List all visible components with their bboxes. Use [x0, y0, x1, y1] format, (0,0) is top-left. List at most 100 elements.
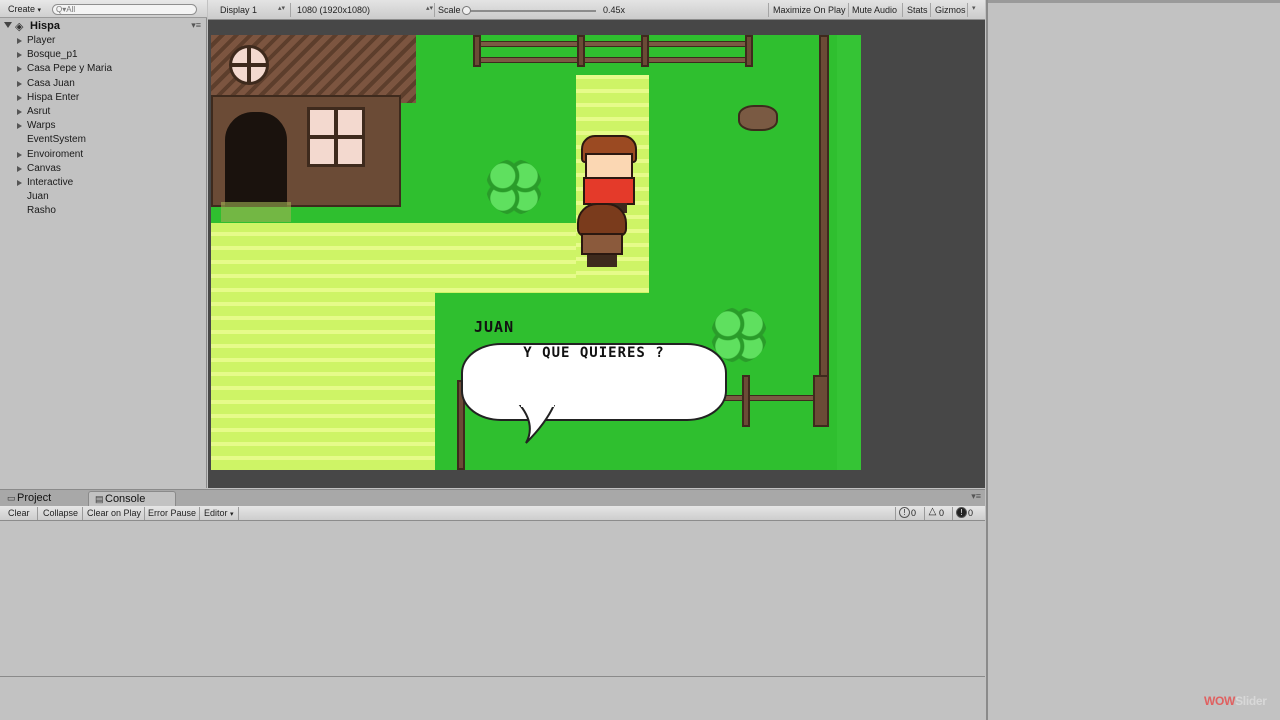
gizmos-dropdown-arrow-icon[interactable]: ▾ [972, 4, 976, 12]
expand-triangle-icon[interactable] [17, 108, 22, 115]
hierarchy-item[interactable]: Rasho [0, 204, 207, 218]
player-sprite[interactable] [575, 203, 629, 269]
toolbar-divider [967, 3, 968, 17]
stats-toggle[interactable]: Stats [907, 4, 928, 17]
player-body [581, 233, 623, 255]
scene-name: Hispa [30, 20, 60, 32]
hierarchy-toolbar: Create ▾ Q▾All [0, 0, 207, 18]
expand-triangle-icon[interactable] [17, 94, 22, 101]
scale-slider-thumb[interactable] [462, 6, 471, 15]
scene-root-row[interactable]: ◈ Hispa ▾≡ [0, 19, 207, 34]
toolbar-divider [895, 507, 896, 520]
window-frame [310, 135, 362, 139]
hierarchy-item[interactable]: Interactive [0, 176, 207, 190]
editor-dropdown-label: Editor [204, 508, 228, 518]
hierarchy-item-label: EventSystem [27, 134, 86, 146]
expand-triangle-icon[interactable] [17, 80, 22, 87]
hierarchy-item[interactable]: Casa Pepe y Maria [0, 62, 207, 76]
console-log-list[interactable] [0, 522, 985, 676]
info-icon: ! [899, 507, 910, 518]
hierarchy-item-label: Interactive [27, 176, 74, 188]
hierarchy-item-label: Hispa Enter [27, 91, 80, 103]
expand-triangle-icon[interactable] [17, 151, 22, 158]
hierarchy-item[interactable]: Canvas [0, 162, 207, 176]
warning-count-toggle[interactable]: △ 0 [927, 507, 944, 520]
resolution-dropdown-arrow-icon[interactable]: ▴▾ [426, 4, 433, 12]
tab-project[interactable]: ▭Project [4, 491, 88, 507]
folder-icon: ▭ [7, 493, 16, 503]
hierarchy-item-label: Warps [27, 120, 56, 132]
editor-dropdown[interactable]: Editor ▾ [202, 507, 236, 520]
collapse-toggle[interactable]: Collapse [41, 507, 80, 520]
error-count: 0 [968, 508, 974, 518]
house-round-window [229, 45, 269, 85]
player-hair [577, 203, 627, 237]
tab-menu-icon[interactable]: ▾≡ [971, 491, 981, 502]
gizmos-dropdown[interactable]: Gizmos [935, 4, 966, 17]
toolbar-divider [930, 3, 931, 17]
hierarchy-item[interactable]: EventSystem [0, 133, 207, 147]
game-view[interactable]: JUAN Y QUE QUIERES ? [208, 20, 985, 488]
fence-post [641, 35, 649, 67]
window-frame [232, 63, 266, 67]
hierarchy-item-label: Asrut [27, 105, 51, 117]
tab-console-label: Console [105, 493, 146, 505]
scale-label: Scale [438, 5, 461, 15]
hierarchy-item[interactable]: Player [0, 34, 207, 48]
error-pause-toggle[interactable]: Error Pause [146, 507, 198, 520]
hierarchy-item[interactable]: Casa Juan [0, 77, 207, 91]
scene-menu-icon[interactable]: ▾≡ [191, 20, 201, 31]
mute-audio-toggle[interactable]: Mute Audio [852, 4, 897, 17]
expand-triangle-icon[interactable] [17, 52, 22, 59]
hierarchy-item[interactable]: Warps [0, 119, 207, 133]
console-toolbar: Clear Collapse Clear on Play Error Pause… [0, 506, 985, 521]
expand-arrow-icon[interactable] [4, 22, 12, 28]
toolbar-divider [434, 3, 435, 17]
warning-icon: △ [928, 506, 937, 517]
console-detail-pane[interactable] [0, 676, 985, 720]
bottom-tab-bar: ▭Project ▤Console ▾≡ [0, 489, 985, 507]
player-legs [587, 255, 617, 267]
expand-triangle-icon[interactable] [17, 179, 22, 186]
hierarchy-list: Player Bosque_p1 Casa Pepe y Maria Casa … [0, 34, 207, 218]
maximize-on-play-toggle[interactable]: Maximize On Play [773, 4, 846, 17]
info-count: 0 [911, 508, 917, 518]
error-icon: ! [956, 507, 967, 518]
tab-project-label: Project [17, 492, 52, 504]
toolbar-divider [902, 3, 903, 17]
scale-slider-track[interactable] [466, 10, 596, 12]
display-dropdown-arrow-icon[interactable]: ▴▾ [278, 4, 285, 12]
expand-triangle-icon[interactable] [17, 165, 22, 172]
hierarchy-item-label: Rasho [27, 205, 56, 217]
expand-triangle-icon[interactable] [17, 38, 22, 44]
error-count-toggle[interactable]: ! 0 [956, 507, 973, 520]
hierarchy-item[interactable]: Juan [0, 190, 207, 204]
toolbar-divider [144, 507, 145, 520]
info-count-toggle[interactable]: ! 0 [899, 507, 916, 520]
house-door [225, 112, 287, 207]
fence-post [577, 35, 585, 67]
hierarchy-item-label: Casa Juan [27, 77, 75, 89]
hierarchy-item-label: Envoiroment [27, 148, 84, 160]
toolbar-divider [290, 3, 291, 17]
hierarchy-search-input[interactable]: Q▾All [52, 4, 197, 15]
clear-on-play-toggle[interactable]: Clear on Play [85, 507, 143, 520]
expand-triangle-icon[interactable] [17, 66, 22, 73]
dialogue-text: Y QUE QUIERES ? [523, 345, 665, 361]
create-dropdown[interactable]: Create ▾ [4, 3, 45, 15]
hierarchy-item[interactable]: Hispa Enter [0, 91, 207, 105]
inspector-panel [986, 0, 1280, 720]
hierarchy-item[interactable]: Envoiroment [0, 148, 207, 162]
clear-button[interactable]: Clear [6, 507, 32, 520]
toolbar-divider [924, 507, 925, 520]
display-dropdown[interactable]: Display 1 [220, 4, 257, 17]
resolution-dropdown[interactable]: 1080 (1920x1080) [297, 4, 370, 17]
game-canvas[interactable]: JUAN Y QUE QUIERES ? [211, 35, 861, 470]
hierarchy-item[interactable]: Asrut [0, 105, 207, 119]
toolbar-divider [768, 3, 769, 17]
expand-triangle-icon[interactable] [17, 123, 22, 130]
tab-console[interactable]: ▤Console [88, 491, 176, 507]
house-shadow [221, 202, 291, 222]
hierarchy-item[interactable]: Bosque_p1 [0, 48, 207, 62]
fence-rail [473, 57, 753, 63]
